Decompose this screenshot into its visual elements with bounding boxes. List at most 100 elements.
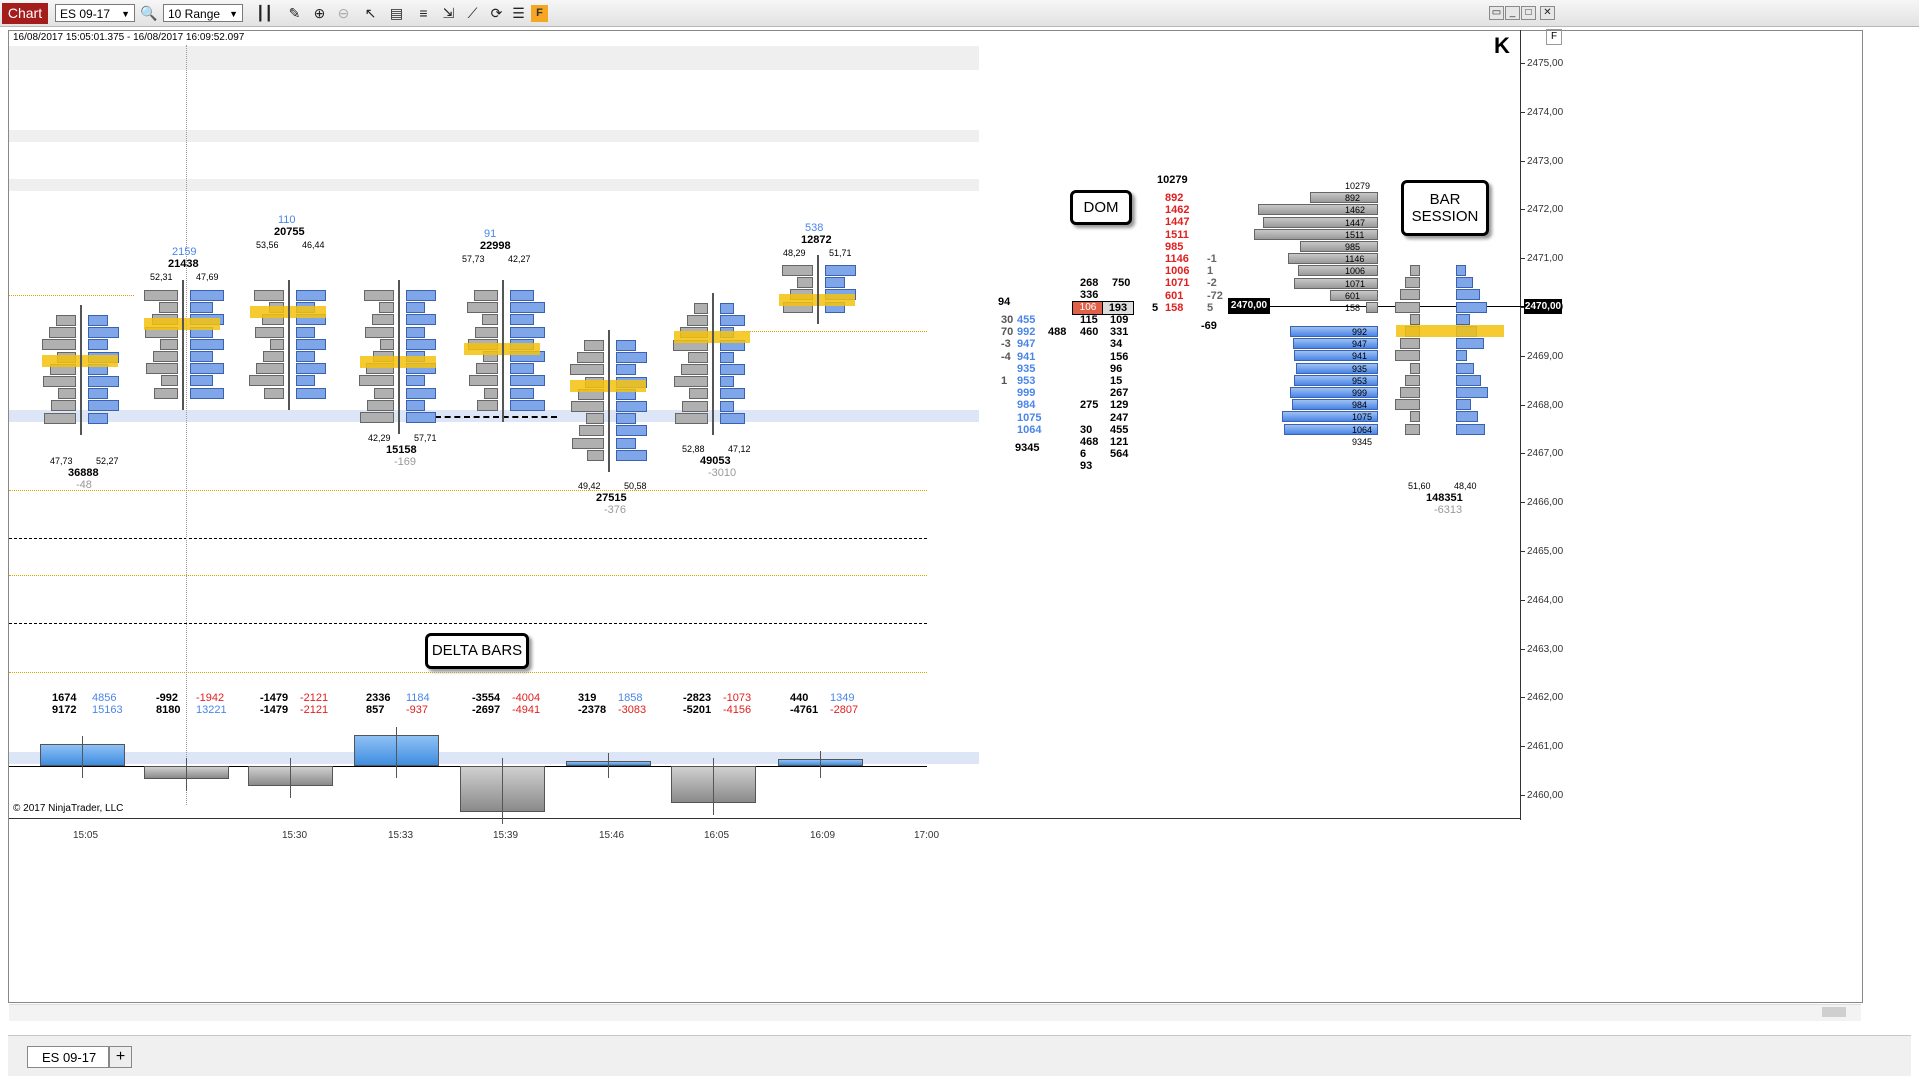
f-badge-icon[interactable]: F: [531, 5, 548, 22]
footprint-bid-cell: [689, 388, 708, 400]
footprint-bid-cell: [467, 302, 498, 314]
session-bid-value: 984: [1352, 400, 1368, 411]
footprint-ask-cell: [720, 315, 745, 327]
session-ask-cell: [1456, 350, 1467, 362]
session-ask-value: 1146: [1345, 254, 1365, 265]
footprint-pct-right: 42,27: [508, 254, 531, 264]
session-bid-value: 999: [1352, 388, 1368, 398]
dom-bid-size: 455: [1017, 314, 1036, 326]
dom-bid-left: 70: [1001, 326, 1014, 339]
drawing-tools-icon[interactable]: ⟋: [464, 5, 481, 22]
footprint-bid-cell: [264, 387, 284, 399]
dom-bid-mid: 30: [1080, 423, 1093, 436]
session-ask-bar: [1366, 302, 1378, 313]
footprint-ask-cell: [616, 437, 636, 449]
session-ask-cell: [1456, 374, 1481, 386]
indicators-icon[interactable]: ≡: [415, 5, 432, 22]
session-ask-bar: [1298, 265, 1378, 277]
total-pct-right: 47,12: [728, 444, 751, 454]
time-tick-label: 17:00: [914, 830, 940, 841]
dom-bid-size: 984: [1017, 399, 1036, 412]
search-icon[interactable]: 🔍: [140, 5, 157, 22]
chart-menu-button[interactable]: Chart: [2, 3, 48, 24]
footprint-bid-cell: [374, 387, 394, 399]
dom-ask-change: -72: [1207, 289, 1223, 302]
scrollbar-thumb[interactable]: [1822, 1007, 1846, 1017]
dom-bid-left: 30: [1001, 314, 1014, 326]
window-tile-button[interactable]: ▭: [1489, 6, 1504, 20]
maximize-button[interactable]: □: [1521, 6, 1536, 20]
price-band: [9, 130, 979, 142]
footprint-ask-cell: [406, 412, 436, 423]
footprint-wick: [288, 280, 290, 410]
footprint-bid-cell: [43, 376, 76, 387]
footprint-ask-cell: [406, 326, 425, 338]
price-tick: [1520, 258, 1525, 260]
price-tick-label: 2469,00: [1527, 350, 1564, 362]
bar-style-icon[interactable]: ┃┃: [256, 5, 273, 22]
session-bid-cell: [1410, 265, 1420, 276]
last-price-marker: 2470,00: [1524, 299, 1562, 314]
strategies-icon[interactable]: ⇲: [440, 5, 457, 22]
delta-candle-wick: [186, 758, 187, 791]
dom-ask-change: 5: [1207, 301, 1214, 314]
dom-current-ask[interactable]: 193: [1102, 301, 1134, 315]
pencil-icon[interactable]: ✎: [286, 5, 303, 22]
footprint-bid-cell: [475, 326, 498, 338]
dom-current-bid[interactable]: 106: [1072, 301, 1104, 315]
pointer-icon[interactable]: ↖: [362, 5, 379, 22]
delta-candle-wick: [608, 753, 609, 778]
session-ask-cell: [1456, 301, 1487, 313]
close-button[interactable]: ✕: [1540, 6, 1555, 20]
footprint-ask-cell: [296, 363, 326, 375]
footprint-bid-cell: [364, 290, 394, 301]
footprint-ask-cell: [88, 339, 108, 351]
dom-bid-size: 947: [1017, 338, 1036, 351]
footprint-bid-cell: [782, 265, 813, 276]
footprint-bid-cell: [682, 400, 708, 412]
footprint-bid-cell: [674, 376, 708, 388]
dom-bid-size: 953: [1017, 375, 1036, 387]
price-tick: [1520, 795, 1525, 796]
footprint-ask-cell: [406, 302, 425, 314]
footprint-volume: 22998: [480, 240, 511, 252]
zoom-out-icon[interactable]: ⊖: [335, 5, 352, 22]
data-box-icon[interactable]: ▤: [388, 5, 405, 22]
price-tick-label: 2474,00: [1527, 106, 1564, 118]
footprint-ask-cell: [296, 326, 315, 338]
zoom-in-icon[interactable]: ⊕: [311, 5, 328, 22]
reload-icon[interactable]: ⟳: [488, 5, 505, 22]
footprint-ask-cell: [720, 400, 734, 412]
footprint-pct-left: 53,56: [256, 240, 279, 250]
f-marker[interactable]: F: [1546, 29, 1562, 45]
price-tick: [1520, 502, 1525, 504]
session-ask-cell: [1456, 423, 1485, 435]
session-bid-cell: [1400, 387, 1420, 398]
minimize-button[interactable]: _: [1505, 6, 1520, 20]
footprint-bid-cell: [570, 364, 604, 376]
delta-value-d: -2121: [300, 704, 329, 716]
dom-bid-right: 564: [1110, 448, 1129, 461]
bar-type-selector[interactable]: 10 Range ▼: [163, 4, 243, 22]
footprint-bid-cell: [270, 338, 284, 350]
dom-bid-right: 34: [1110, 338, 1123, 351]
horizontal-scrollbar[interactable]: [9, 1004, 1861, 1021]
delta-candle-wick: [713, 758, 714, 815]
dom-ask-size: 158: [1165, 301, 1184, 314]
session-bid-cell: [1395, 399, 1420, 411]
footprint-bid-cell: [571, 401, 604, 412]
dotted-level-line: [9, 672, 927, 673]
tab-es-09-17[interactable]: ES 09-17: [27, 1046, 109, 1068]
add-tab-button[interactable]: +: [109, 1046, 132, 1068]
footprint-bid-cell: [694, 303, 708, 314]
time-tick-label: 15:46: [599, 830, 625, 841]
session-ask-value: 1447: [1345, 217, 1366, 228]
properties-icon[interactable]: ☰: [510, 5, 527, 22]
dom-ask-change: 1: [1207, 265, 1214, 278]
session-bid-cell: [1395, 301, 1420, 313]
chart-panel[interactable]: [8, 30, 1863, 1003]
price-tick-label: 2468,00: [1527, 399, 1564, 411]
dom-ask-size: 1071: [1165, 277, 1190, 290]
instrument-selector[interactable]: ES 09-17 ▼: [55, 4, 135, 22]
date-range-label: 16/08/2017 15:05:01.375 - 16/08/2017 16:…: [13, 32, 245, 43]
